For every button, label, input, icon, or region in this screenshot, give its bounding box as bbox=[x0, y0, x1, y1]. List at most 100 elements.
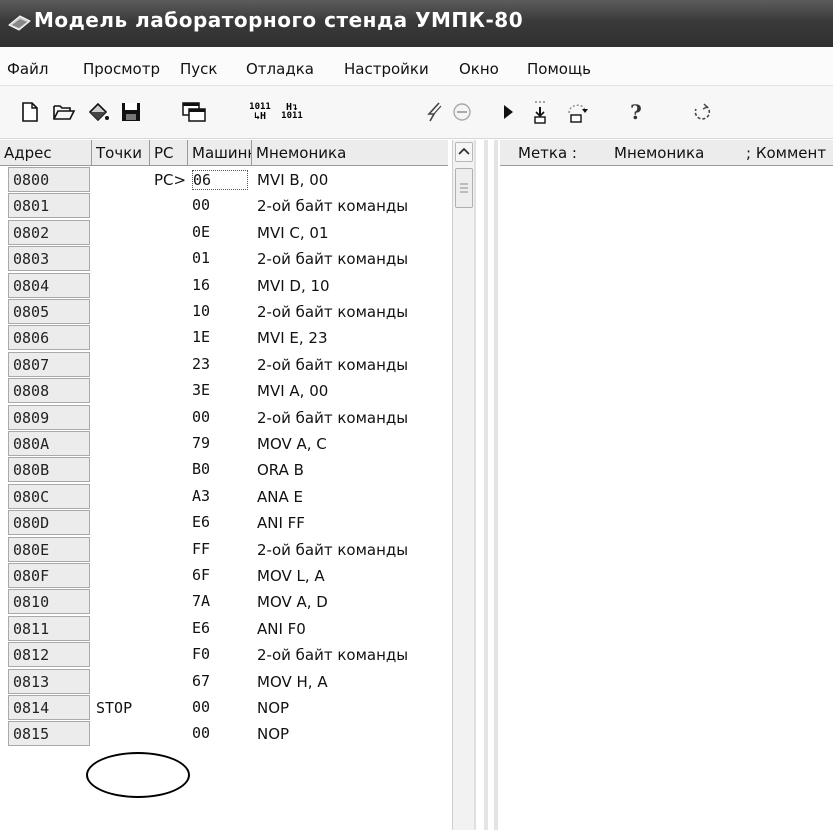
table-row[interactable]: 080B B0 ORA B bbox=[0, 457, 448, 483]
lightning-icon[interactable] bbox=[420, 98, 448, 126]
table-row[interactable]: 080E FF 2-ой байт команды bbox=[0, 536, 448, 563]
address-cell[interactable]: 080B bbox=[8, 457, 90, 483]
paint-bucket-icon[interactable] bbox=[84, 98, 112, 126]
menu-view[interactable]: Просмотр bbox=[83, 60, 160, 78]
stop-circle-icon[interactable] bbox=[448, 98, 476, 126]
machine-code-cell[interactable]: E6 bbox=[192, 619, 248, 639]
step-into-icon[interactable] bbox=[527, 98, 555, 126]
address-cell[interactable]: 0808 bbox=[8, 378, 90, 404]
machine-code-cell[interactable]: 00 bbox=[192, 196, 248, 216]
table-row[interactable]: 0811 E6 ANI F0 bbox=[0, 615, 448, 642]
machine-code-cell[interactable]: 06 bbox=[192, 170, 248, 190]
address-cell[interactable]: 080D bbox=[8, 510, 90, 536]
machine-code-cell[interactable]: 7A bbox=[192, 592, 248, 612]
header-source-mnemonic[interactable]: Мнемоника bbox=[614, 144, 704, 162]
address-cell[interactable]: 0800 bbox=[8, 167, 90, 192]
table-row[interactable]: 0806 1E MVI E, 23 bbox=[0, 325, 448, 351]
table-row[interactable]: 0803 01 2-ой байт команды bbox=[0, 246, 448, 272]
address-cell[interactable]: 0807 bbox=[8, 351, 90, 377]
header-address[interactable]: Адрес bbox=[0, 140, 92, 166]
header-pc[interactable]: PC bbox=[150, 140, 188, 166]
table-row[interactable]: 0813 67 MOV H, A bbox=[0, 668, 448, 695]
address-cell[interactable]: 0813 bbox=[8, 668, 90, 694]
machine-code-cell[interactable]: 16 bbox=[192, 276, 248, 296]
machine-code-cell[interactable]: 3E bbox=[192, 381, 248, 401]
address-cell[interactable]: 0802 bbox=[8, 219, 90, 245]
address-cell[interactable]: 0806 bbox=[8, 325, 90, 351]
breakpoint-cell[interactable]: STOP bbox=[96, 699, 132, 717]
header-machine-code[interactable]: Машинн bbox=[188, 140, 252, 166]
windows-icon[interactable] bbox=[180, 98, 208, 126]
run-icon[interactable] bbox=[494, 98, 522, 126]
table-row[interactable]: 080D E6 ANI FF bbox=[0, 510, 448, 536]
machine-code-cell[interactable]: 10 bbox=[192, 302, 248, 322]
header-mnemonic[interactable]: Мнемоника bbox=[252, 140, 448, 166]
machine-code-cell[interactable]: 67 bbox=[192, 672, 248, 692]
menu-run[interactable]: Пуск bbox=[180, 60, 217, 78]
decimal-convert-icon[interactable]: H↴ 1011 bbox=[278, 98, 306, 126]
header-comment[interactable]: ; Коммент bbox=[746, 144, 826, 162]
table-row[interactable]: 0810 7A MOV A, D bbox=[0, 589, 448, 615]
address-cell[interactable]: 0804 bbox=[8, 272, 90, 298]
menu-debug[interactable]: Отладка bbox=[246, 60, 314, 78]
machine-code-cell[interactable]: E6 bbox=[192, 513, 248, 533]
hex-convert-icon[interactable]: 1011 ↳H bbox=[246, 98, 274, 126]
address-cell[interactable]: 080E bbox=[8, 536, 90, 562]
table-row[interactable]: 0815 00 NOP bbox=[0, 721, 448, 747]
table-row[interactable]: 0801 00 2-ой байт команды bbox=[0, 193, 448, 219]
machine-code-cell[interactable]: A3 bbox=[192, 487, 248, 507]
header-label[interactable]: Метка : bbox=[518, 144, 577, 162]
machine-code-cell[interactable]: 6F bbox=[192, 566, 248, 586]
menu-help[interactable]: Помощь bbox=[527, 60, 591, 78]
address-cell[interactable]: 0812 bbox=[8, 642, 90, 668]
table-row[interactable]: 0808 3E MVI A, 00 bbox=[0, 378, 448, 404]
address-cell[interactable]: 0801 bbox=[8, 193, 90, 219]
address-cell[interactable]: 0809 bbox=[8, 404, 90, 430]
machine-code-cell[interactable]: 01 bbox=[192, 249, 248, 269]
address-cell[interactable]: 0805 bbox=[8, 299, 90, 324]
open-folder-icon[interactable] bbox=[50, 98, 78, 126]
menu-file[interactable]: Файл bbox=[7, 60, 48, 78]
machine-code-cell[interactable]: F0 bbox=[192, 645, 248, 665]
help-icon[interactable]: ? bbox=[622, 98, 650, 126]
address-cell[interactable]: 0814 bbox=[8, 695, 90, 720]
reset-icon[interactable] bbox=[688, 98, 716, 126]
table-row[interactable]: 0805 10 2-ой байт команды bbox=[0, 299, 448, 325]
machine-code-cell[interactable]: 00 bbox=[192, 408, 248, 428]
machine-code-cell[interactable]: 23 bbox=[192, 355, 248, 375]
panel-splitter[interactable] bbox=[484, 140, 498, 830]
address-cell[interactable]: 0811 bbox=[8, 615, 90, 641]
machine-code-cell[interactable]: 00 bbox=[192, 698, 248, 718]
menu-settings[interactable]: Настройки bbox=[344, 60, 429, 78]
address-cell[interactable]: 0803 bbox=[8, 246, 90, 272]
machine-code-cell[interactable]: FF bbox=[192, 540, 248, 560]
table-row[interactable]: 0802 0E MVI C, 01 bbox=[0, 219, 448, 246]
table-row[interactable]: 0814 STOP 00 NOP bbox=[0, 695, 448, 721]
machine-code-cell[interactable]: B0 bbox=[192, 460, 248, 480]
address-cell[interactable]: 0810 bbox=[8, 589, 90, 615]
address-cell[interactable]: 0815 bbox=[8, 721, 90, 747]
machine-code-cell[interactable]: 79 bbox=[192, 434, 248, 454]
new-file-icon[interactable] bbox=[16, 98, 44, 126]
machine-code-cell[interactable]: 00 bbox=[192, 724, 248, 744]
address-cell[interactable]: 080A bbox=[8, 431, 90, 456]
table-row[interactable]: 0800 PC> 06 MVI B, 00 bbox=[0, 167, 448, 193]
address-cell[interactable]: 080F bbox=[8, 563, 90, 588]
table-row[interactable]: 080F 6F MOV L, A bbox=[0, 563, 448, 589]
header-breakpoints[interactable]: Точки bbox=[92, 140, 150, 166]
table-row[interactable]: 0807 23 2-ой байт команды bbox=[0, 351, 448, 378]
address-cell[interactable]: 080C bbox=[8, 483, 90, 509]
save-icon[interactable] bbox=[117, 98, 145, 126]
vertical-scrollbar[interactable] bbox=[452, 140, 475, 830]
machine-code-cell[interactable]: 0E bbox=[192, 223, 248, 243]
table-row[interactable]: 0804 16 MVI D, 10 bbox=[0, 272, 448, 299]
step-over-icon[interactable] bbox=[564, 98, 592, 126]
scroll-up-button[interactable] bbox=[455, 142, 473, 162]
table-row[interactable]: 0812 F0 2-ой байт команды bbox=[0, 642, 448, 668]
table-row[interactable]: 0809 00 2-ой байт команды bbox=[0, 404, 448, 431]
machine-code-cell[interactable]: 1E bbox=[192, 328, 248, 348]
table-row[interactable]: 080A 79 MOV A, C bbox=[0, 431, 448, 457]
scroll-thumb[interactable] bbox=[455, 168, 473, 208]
menu-window[interactable]: Окно bbox=[459, 60, 499, 78]
table-row[interactable]: 080C A3 ANA E bbox=[0, 483, 448, 510]
